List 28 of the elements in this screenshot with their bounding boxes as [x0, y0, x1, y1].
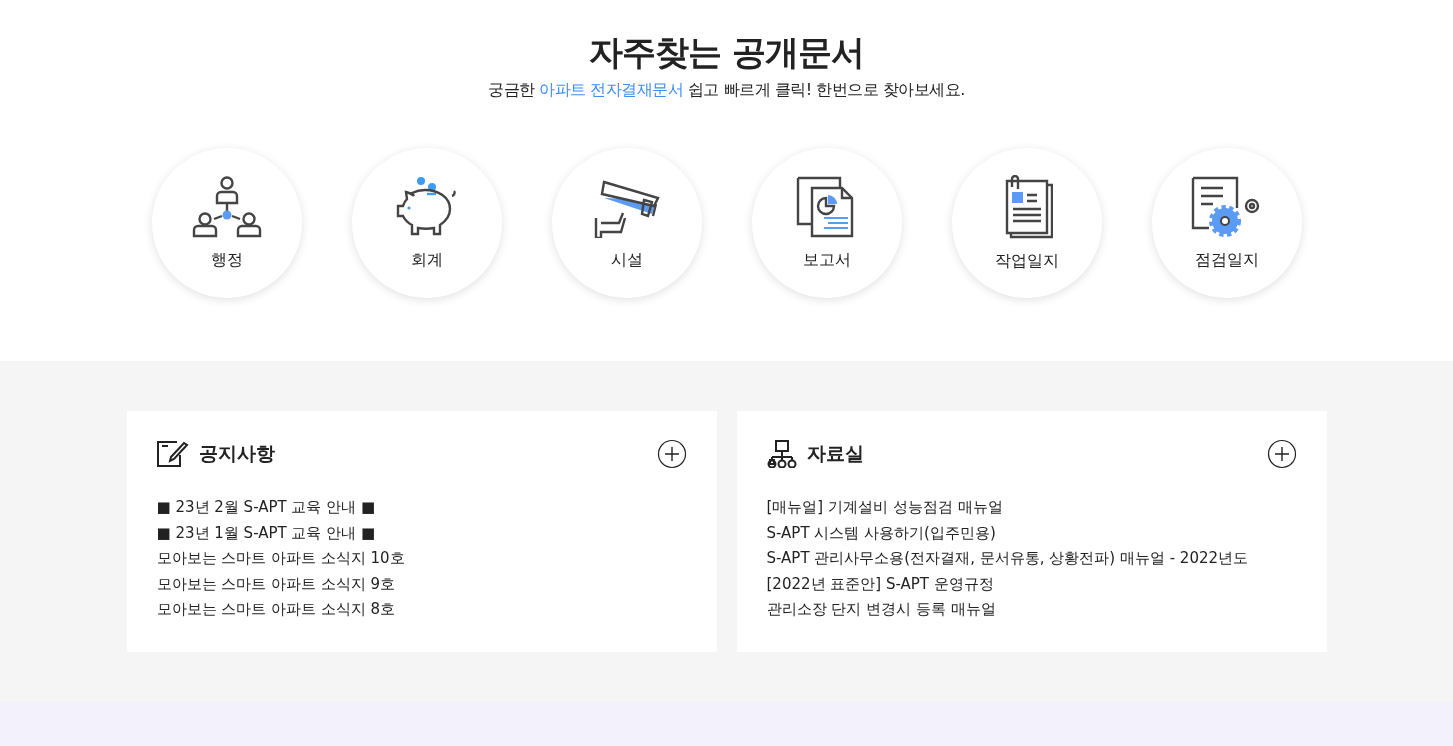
- category-link[interactable]: 작업일지: [951, 148, 1102, 298]
- post-link[interactable]: 모아보는 스마트 아파트 소식지 10호: [156, 549, 405, 567]
- post-link[interactable]: S-APT 시스템 사용하기(입주민용): [766, 523, 996, 542]
- post-link[interactable]: [매뉴얼] 기계설비 성능점검 매뉴얼: [766, 498, 1003, 516]
- hierarchy-icon: [766, 440, 797, 468]
- board-title: 자료실: [806, 441, 865, 466]
- more-button[interactable]: [656, 439, 687, 469]
- section-title: 자주찾는 공개문서: [589, 31, 864, 74]
- plus-circle-icon: [1266, 439, 1297, 469]
- people-network-icon: [191, 175, 262, 238]
- post-link[interactable]: ■ 23년 1월 S-APT 교육 안내 ■: [156, 523, 376, 542]
- piggy-bank-icon: [395, 175, 458, 238]
- category-link[interactable]: 회계: [351, 148, 502, 298]
- note-pencil-icon: [156, 441, 189, 467]
- post-link[interactable]: 모아보는 스마트 아파트 소식지 8호: [156, 600, 396, 618]
- post-link[interactable]: 관리소장 단지 변경시 등록 매뉴얼: [766, 600, 996, 618]
- plus-circle-icon: [656, 439, 687, 469]
- board-title: 공지사항: [198, 441, 276, 466]
- section-subtitle: 궁금한 아파트 전자결재문서 쉽고 빠르게 클릭! 한번으로 찾아보세요.: [488, 80, 965, 101]
- more-button[interactable]: [1266, 439, 1297, 469]
- post-link[interactable]: [2022년 표준안] S-APT 운영규정: [766, 574, 994, 593]
- post-link[interactable]: ■ 23년 2월 S-APT 교육 안내 ■: [156, 498, 376, 516]
- category-link[interactable]: 행정: [151, 148, 302, 298]
- post-link[interactable]: S-APT 관리사무소용(전자결재, 문서유통, 상황전파) 매뉴얼 - 2022년도: [766, 549, 1248, 567]
- category-link[interactable]: 시설: [551, 148, 702, 298]
- category-link[interactable]: 보고서: [751, 148, 902, 298]
- post-link[interactable]: 모아보는 스마트 아파트 소식지 9호: [156, 574, 396, 593]
- category-link[interactable]: 점검일지: [1151, 148, 1302, 298]
